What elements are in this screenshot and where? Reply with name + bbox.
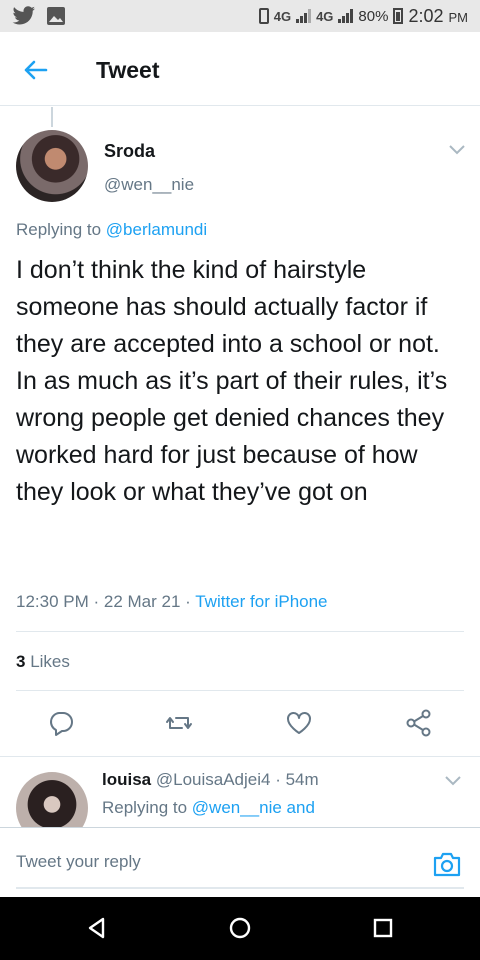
reply-header[interactable]: louisa @LouisaAdjei4 · 54m xyxy=(102,770,319,790)
camera-icon[interactable] xyxy=(432,850,462,878)
divider xyxy=(0,756,480,757)
signal-icon xyxy=(338,9,354,23)
author-handle[interactable]: @wen__nie xyxy=(104,175,194,195)
back-arrow-icon[interactable] xyxy=(20,54,52,86)
action-bar xyxy=(0,708,480,740)
share-icon[interactable] xyxy=(404,708,434,738)
system-nav-bar xyxy=(0,897,480,960)
input-underline xyxy=(16,887,464,889)
twitter-icon xyxy=(12,6,35,25)
network-label-2: 4G xyxy=(316,8,334,24)
reply-input[interactable]: Tweet your reply xyxy=(16,852,141,872)
avatar[interactable] xyxy=(16,130,88,202)
divider xyxy=(16,631,464,632)
like-icon[interactable] xyxy=(284,708,314,738)
gallery-icon xyxy=(47,7,65,25)
likes-count[interactable]: 3 Likes xyxy=(16,652,70,672)
replying-to: Replying to @berlamundi xyxy=(16,220,208,239)
chevron-down-icon[interactable] xyxy=(444,773,462,787)
app-header: Tweet xyxy=(0,32,480,106)
nav-recents-icon[interactable] xyxy=(370,915,396,941)
reply-icon[interactable] xyxy=(46,708,76,738)
source-link[interactable]: Twitter for iPhone xyxy=(195,592,327,611)
tweet-text: I don’t think the kind of hairstyle some… xyxy=(16,256,448,506)
reply-replying-to: Replying to @wen__nie and xyxy=(102,798,315,817)
retweet-icon[interactable] xyxy=(164,708,194,738)
mention-link[interactable]: @wen__nie and xyxy=(192,798,315,817)
status-bar: 4G 4G 80% 2:02 PM xyxy=(0,0,480,32)
battery-icon xyxy=(393,8,404,24)
clock: 2:02 PM xyxy=(408,5,468,26)
signal-icon xyxy=(296,9,312,23)
tweet-meta: 12:30 PM · 22 Mar 21 · Twitter for iPhon… xyxy=(16,592,328,611)
page-title: Tweet xyxy=(96,57,160,83)
thread-connector xyxy=(51,107,53,127)
network-label-1: 4G xyxy=(273,8,292,24)
nav-back-icon[interactable] xyxy=(84,915,110,941)
battery-percent: 80% xyxy=(358,7,389,25)
author-name[interactable]: Sroda xyxy=(104,141,155,162)
divider xyxy=(16,690,464,691)
chevron-down-icon[interactable] xyxy=(448,142,466,156)
mention-link[interactable]: @berlamundi xyxy=(106,220,207,239)
vibrate-icon xyxy=(258,8,269,24)
nav-home-icon[interactable] xyxy=(227,915,253,941)
reply-composer: Tweet your reply xyxy=(0,827,480,897)
